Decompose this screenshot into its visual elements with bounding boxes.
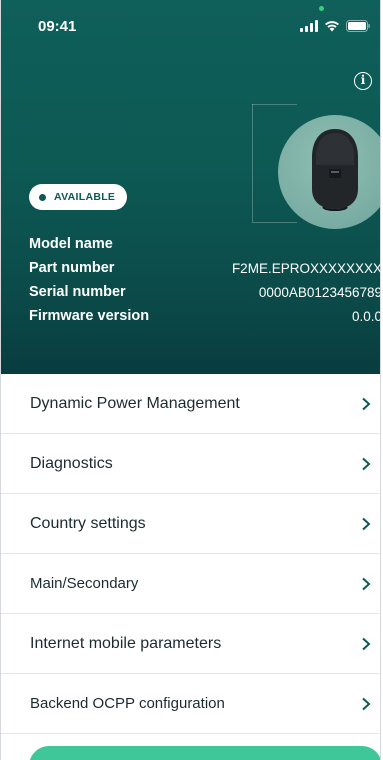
signal-icon: [300, 20, 318, 32]
wifi-icon: [325, 21, 339, 32]
menu-item-internet-mobile-parameters[interactable]: Internet mobile parameters: [1, 614, 380, 674]
chevron-right-icon: [362, 637, 371, 650]
info-row-firmware: Firmware version 0.0.0: [29, 308, 381, 324]
status-badge: AVAILABLE: [29, 184, 128, 210]
menu-item-main-secondary[interactable]: Main/Secondary: [1, 554, 380, 614]
device-info: Model name Part number F2ME.EPROXXXXXXXX…: [29, 232, 381, 328]
settings-menu: Dynamic Power Management Diagnostics Cou…: [1, 374, 380, 734]
menu-item-diagnostics[interactable]: Diagnostics: [1, 434, 380, 494]
info-icon[interactable]: i: [354, 72, 372, 90]
chevron-right-icon: [362, 517, 371, 530]
chevron-right-icon: [362, 697, 371, 710]
primary-action-button[interactable]: [29, 746, 380, 760]
chevron-right-icon: [362, 457, 371, 470]
battery-icon: [346, 20, 370, 32]
menu-item-dynamic-power-management[interactable]: Dynamic Power Management: [1, 374, 380, 434]
info-row-serial-number: Serial number 0000AB0123456789: [29, 284, 381, 300]
info-row-part-number: Part number F2ME.EPROXXXXXXXX: [29, 260, 381, 276]
status-badge-label: AVAILABLE: [54, 191, 116, 203]
menu-item-backend-ocpp-configuration[interactable]: Backend OCPP configuration: [1, 674, 380, 734]
privacy-indicator: [319, 6, 324, 11]
menu-item-country-settings[interactable]: Country settings: [1, 494, 380, 554]
device-header: 09:41 i AVAILABLE Model name Part number…: [1, 0, 380, 374]
status-dot: [39, 193, 46, 201]
chevron-right-icon: [362, 577, 371, 590]
info-row-model: Model name: [29, 236, 113, 252]
app-screen: 09:41 i AVAILABLE Model name Part number…: [0, 0, 381, 760]
status-bar: 09:41: [1, 0, 380, 52]
image-frame: [252, 104, 253, 222]
status-time: 09:41: [38, 18, 77, 35]
chevron-right-icon: [362, 397, 371, 410]
charger-image: [278, 115, 380, 229]
